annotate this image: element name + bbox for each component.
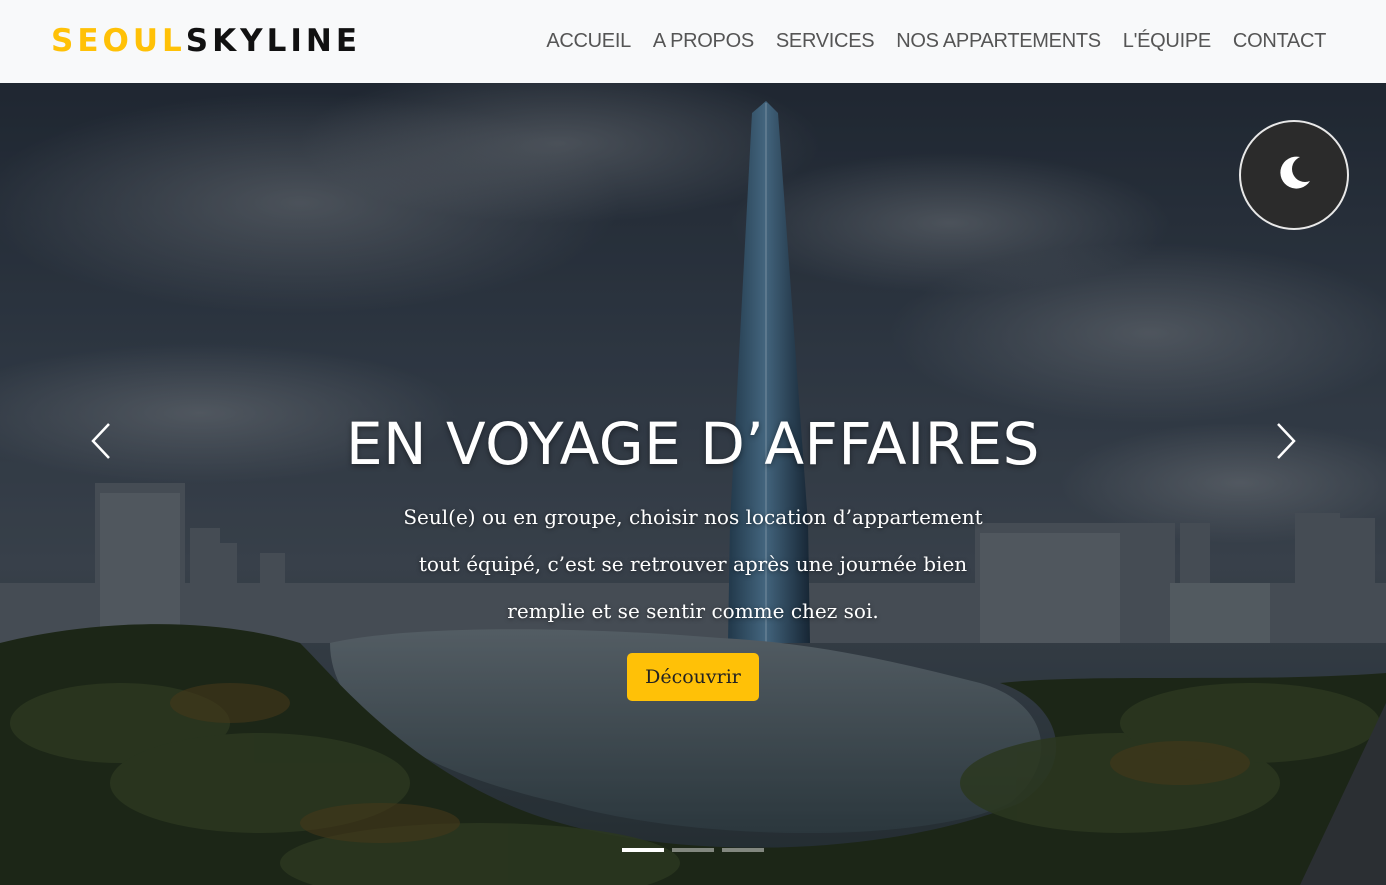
- nav-item-contact: CONTACT: [1233, 30, 1326, 53]
- carousel-indicators: [0, 848, 1386, 852]
- nav-link-services[interactable]: SERVICES: [776, 30, 875, 52]
- main-nav: ACCUEIL A PROPOS SERVICES NOS APPARTEMEN…: [546, 30, 1326, 53]
- hero-description: Seul(e) ou en groupe, choisir nos locati…: [403, 505, 983, 623]
- nav-item-appartements: NOS APPARTEMENTS: [896, 30, 1101, 53]
- nav-item-accueil: ACCUEIL: [546, 30, 631, 53]
- theme-toggle-button[interactable]: [1239, 120, 1349, 230]
- nav-link-contact[interactable]: CONTACT: [1233, 30, 1326, 52]
- hero-title: EN VOYAGE D’AFFAIRES: [346, 410, 1040, 478]
- discover-button[interactable]: Découvrir: [627, 653, 759, 701]
- carousel-indicator-3[interactable]: [722, 848, 764, 852]
- hero-carousel: EN VOYAGE D’AFFAIRES Seul(e) ou en group…: [0, 83, 1386, 885]
- brand-part-seoul: SEOUL: [51, 23, 186, 59]
- hero-caption: EN VOYAGE D’AFFAIRES Seul(e) ou en group…: [0, 408, 1386, 701]
- nav-item-services: SERVICES: [776, 30, 875, 53]
- nav-link-equipe[interactable]: L'ÉQUIPE: [1123, 30, 1211, 52]
- nav-item-equipe: L'ÉQUIPE: [1123, 30, 1211, 53]
- navbar: SEOULSKYLINE ACCUEIL A PROPOS SERVICES N…: [0, 0, 1386, 83]
- carousel-indicator-2[interactable]: [672, 848, 714, 852]
- nav-link-a-propos[interactable]: A PROPOS: [653, 30, 754, 52]
- carousel-indicator-1[interactable]: [622, 848, 664, 852]
- brand-part-skyline: SKYLINE: [185, 23, 362, 59]
- moon-icon: [1274, 153, 1314, 197]
- brand-logo[interactable]: SEOULSKYLINE: [51, 26, 361, 57]
- nav-link-appartements[interactable]: NOS APPARTEMENTS: [896, 30, 1101, 52]
- nav-item-a-propos: A PROPOS: [653, 30, 754, 53]
- nav-link-accueil[interactable]: ACCUEIL: [546, 30, 631, 52]
